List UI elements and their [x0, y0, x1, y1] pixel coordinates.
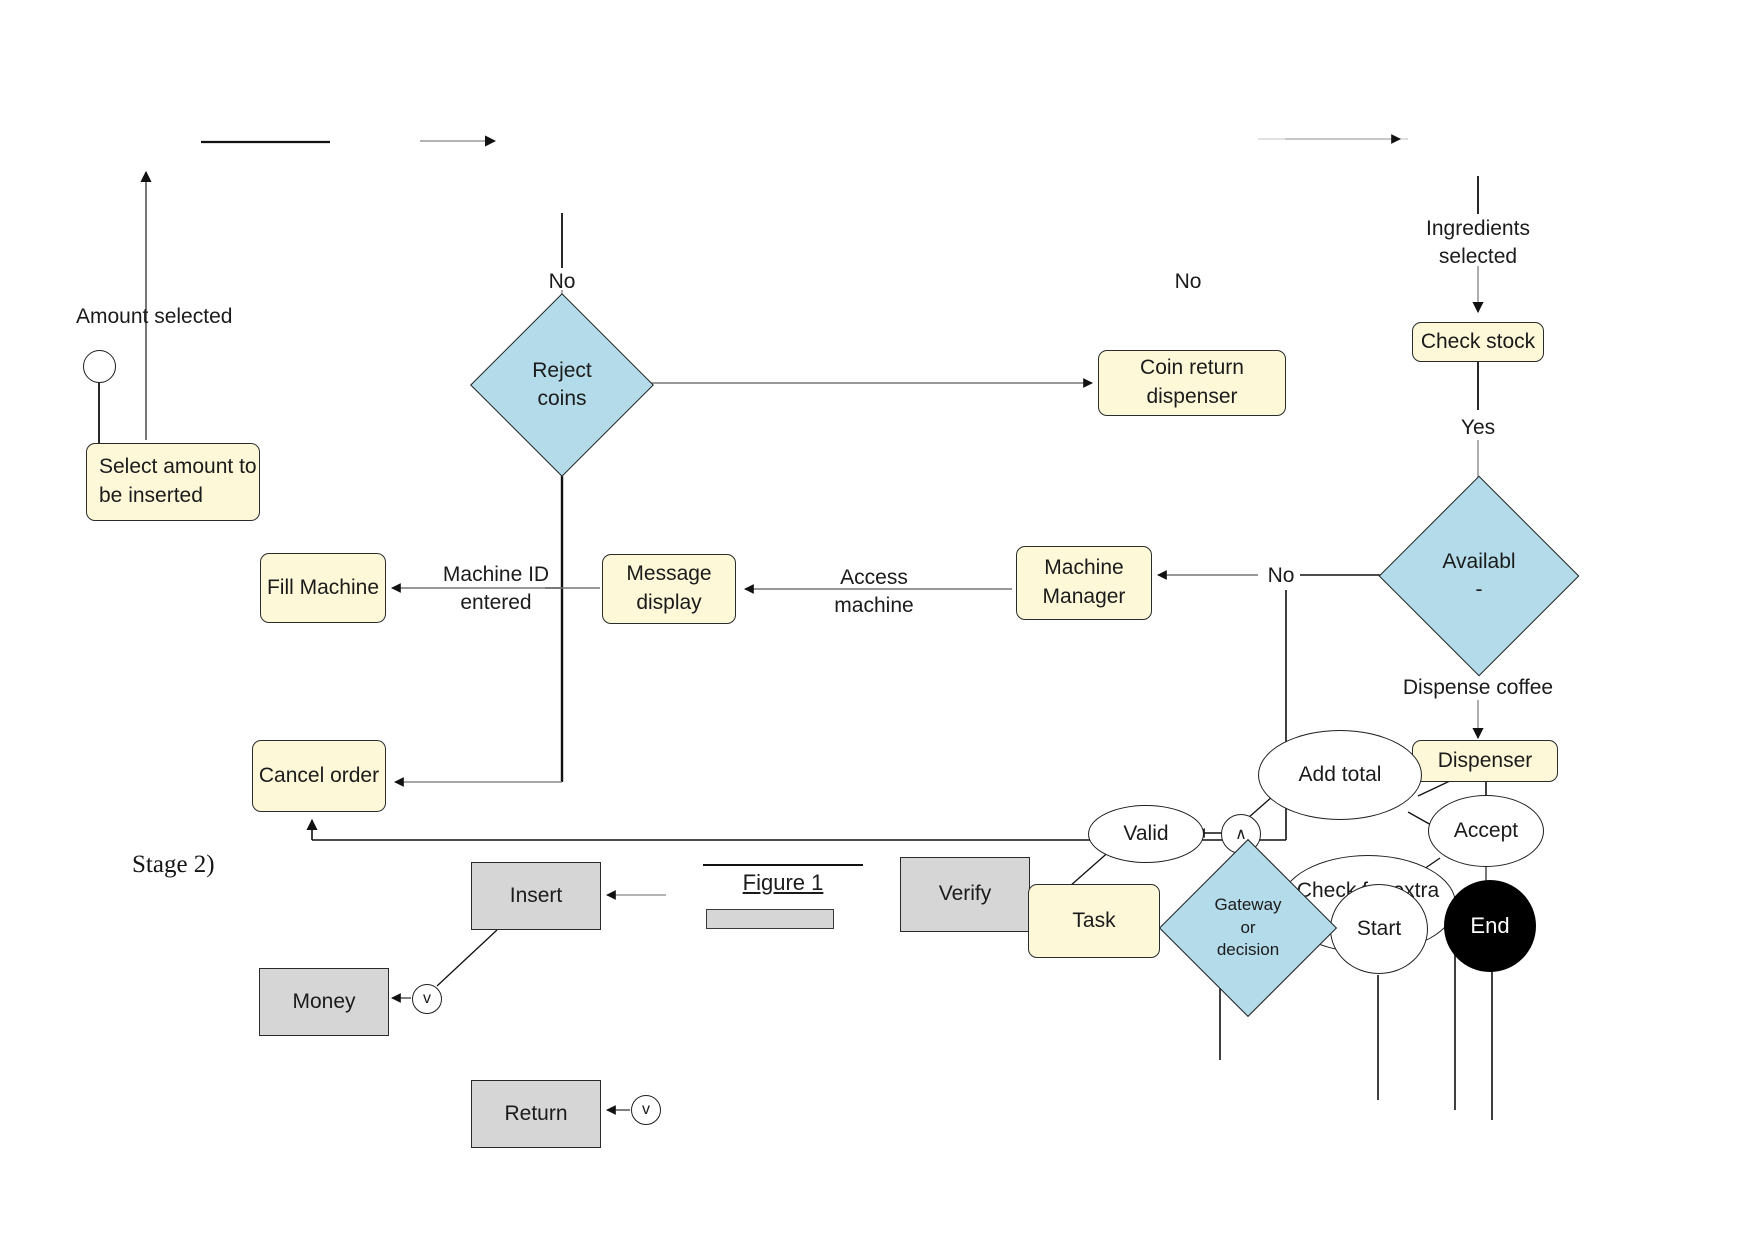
activity-diagram-canvas: Amount selected Select amount to be inse… [0, 0, 1754, 1241]
activity-dispenser[interactable]: Dispenser [1412, 740, 1558, 782]
legend-task-box[interactable]: Task [1028, 884, 1160, 958]
node-accept[interactable]: Accept [1428, 795, 1544, 867]
activity-cancel-order[interactable]: Cancel order [252, 740, 386, 812]
node-add-total[interactable]: Add total [1258, 730, 1422, 820]
legend-money-box[interactable]: Money [259, 968, 389, 1036]
figure-caption: Figure 1 [742, 870, 824, 895]
edge-label-yes-stock: Yes [1460, 416, 1496, 439]
edge-label-no-available: No [1267, 564, 1295, 587]
legend-verify-box[interactable]: Verify [900, 857, 1030, 932]
legend-return-box[interactable]: Return [471, 1080, 601, 1148]
edge-label-no-coin-return: No [1174, 270, 1202, 293]
decision-reject-coins[interactable]: Reject coins [470, 293, 654, 477]
node-start[interactable]: Start [1330, 884, 1428, 974]
activity-message-display[interactable]: Message display [602, 554, 736, 624]
legend-gateway-decision[interactable]: Gateway or decision [1158, 838, 1338, 1018]
edge-label-dispense-coffee: Dispense coffee [1402, 676, 1554, 699]
activity-machine-manager[interactable]: Machine Manager [1016, 546, 1152, 620]
legend-fork-node-v[interactable]: v [412, 984, 442, 1014]
activity-fill-machine[interactable]: Fill Machine [260, 553, 386, 623]
edge-label-ingredients-selected: Ingredients selected [1426, 217, 1530, 269]
caption-grey-bar [706, 909, 834, 929]
edge-label-machine-id-entered: Machine ID entered [442, 563, 550, 615]
stage-label: Stage 2) [132, 851, 215, 878]
decision-available[interactable]: Availabl - [1378, 475, 1580, 677]
activity-coin-return-dispenser[interactable]: Coin return dispenser [1098, 350, 1286, 416]
node-valid[interactable]: Valid [1088, 805, 1204, 863]
activity-select-amount[interactable]: Select amount to be inserted [86, 443, 260, 521]
initial-node[interactable] [83, 350, 116, 383]
edge-label-access-machine: Access machine [834, 566, 914, 618]
legend-gateway-label: Gateway or decision [1214, 894, 1282, 960]
legend-insert-box[interactable]: Insert [471, 862, 601, 930]
caption-rule-top [703, 864, 863, 866]
node-end[interactable]: End [1444, 880, 1536, 972]
activity-check-stock[interactable]: Check stock [1412, 322, 1544, 362]
decision-reject-coins-label: Reject coins [532, 358, 592, 410]
legend-fork-node-v2[interactable]: v [631, 1095, 661, 1125]
edge-label-amount-selected: Amount selected [76, 305, 233, 328]
decision-available-label: Availabl - [1442, 549, 1516, 601]
